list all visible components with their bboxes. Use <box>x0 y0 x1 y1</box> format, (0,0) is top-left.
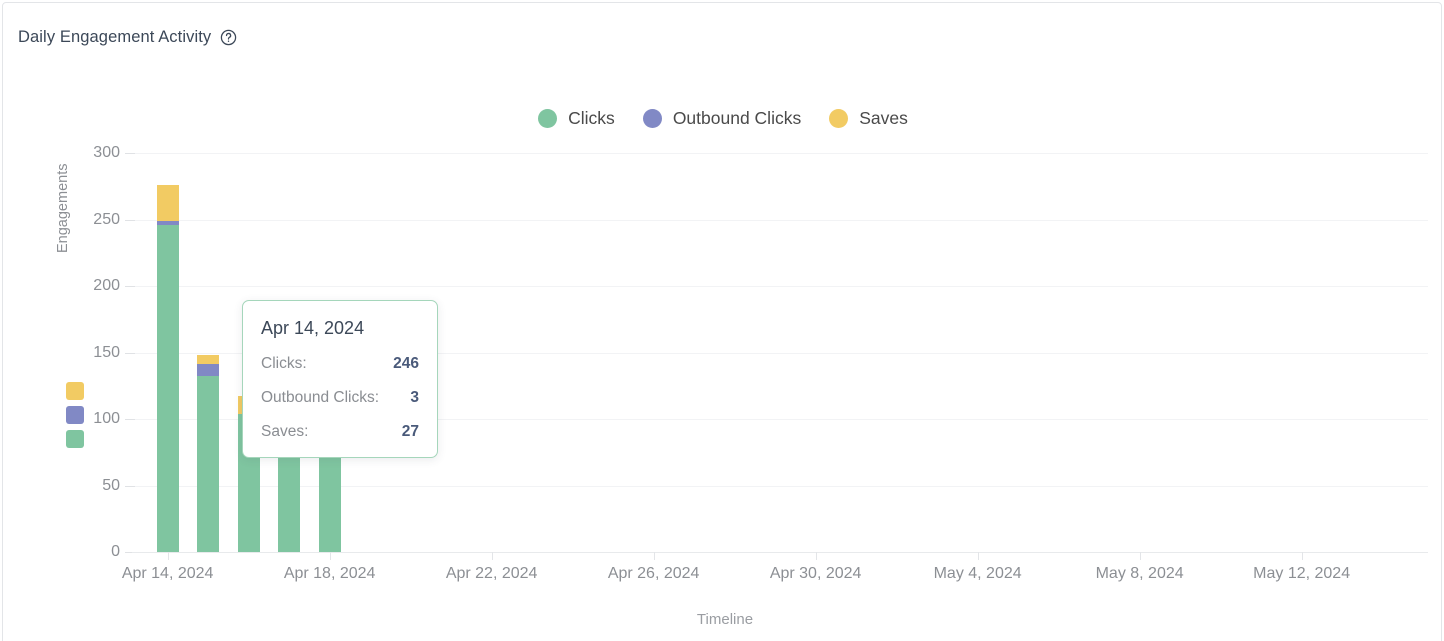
tooltip-date: Apr 14, 2024 <box>261 318 365 338</box>
bar-segment-clicks[interactable] <box>156 224 179 552</box>
tooltip-value-clicks: 246 <box>393 355 419 372</box>
tooltip-value-saves: 27 <box>401 423 419 440</box>
bar-segment-outbound-clicks[interactable] <box>197 364 220 377</box>
tooltip-row-outbound-clicks: Outbound Clicks: 3 <box>261 389 419 407</box>
engagement-activity-card: Daily Engagement Activity Clicks Outboun… <box>2 2 1442 641</box>
tooltip-label-saves: Saves: <box>261 423 309 440</box>
tooltip-row-clicks: Clicks: 246 <box>261 355 419 373</box>
bar-segment-saves[interactable] <box>197 355 220 365</box>
bar-series-group <box>3 3 1444 641</box>
bar-stack[interactable] <box>197 355 220 552</box>
bar-segment-saves[interactable] <box>156 184 179 221</box>
chart-tooltip: Apr 14, 2024 Clicks: 246 Outbound Clicks… <box>242 300 438 458</box>
tooltip-label-outbound-clicks: Outbound Clicks: <box>261 389 380 406</box>
chart-page: Daily Engagement Activity Clicks Outboun… <box>0 0 1444 641</box>
bar-stack[interactable] <box>156 184 179 552</box>
tooltip-value-outbound-clicks: 3 <box>410 389 419 406</box>
bar-segment-clicks[interactable] <box>197 376 220 552</box>
tooltip-row-saves: Saves: 27 <box>261 423 419 441</box>
tooltip-label-clicks: Clicks: <box>261 355 307 372</box>
